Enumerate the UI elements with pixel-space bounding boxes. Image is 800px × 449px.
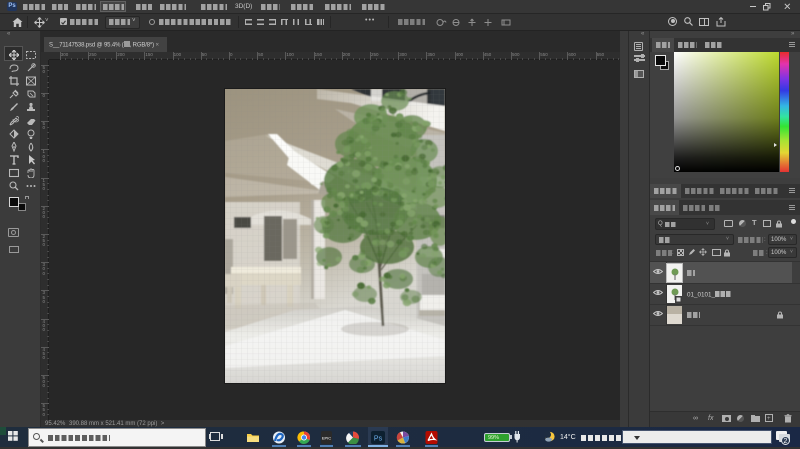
svg-text:EPIC: EPIC: [322, 436, 331, 441]
svg-text:Ps: Ps: [374, 436, 383, 443]
